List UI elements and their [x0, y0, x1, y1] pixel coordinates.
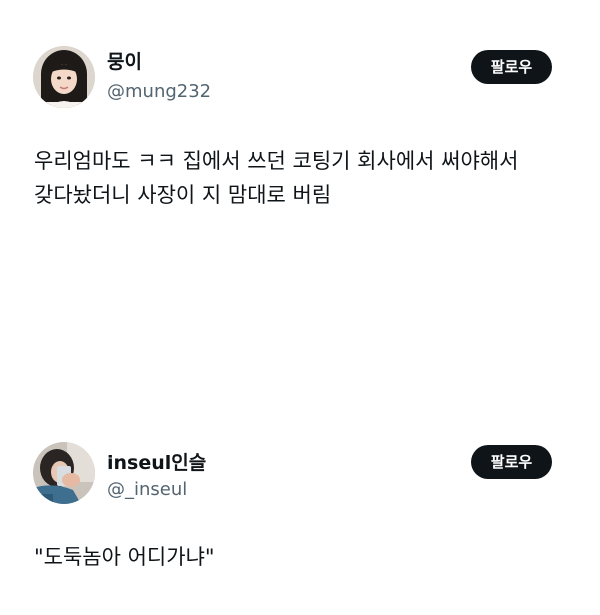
post-text: "도둑놈아 어디가냐" [34, 540, 574, 574]
follow-button[interactable]: 팔로우 [471, 445, 552, 479]
avatar-image [33, 442, 95, 504]
avatar-mung232[interactable] [33, 46, 95, 108]
user-handle[interactable]: @_inseul [107, 479, 187, 501]
post-text-line: 갖다놨더니 사장이 지 맘대로 버림 [34, 183, 332, 207]
post-text: 우리엄마도 ㅋㅋ 집에서 쓰던 코팅기 회사에서 써야해서 갖다놨더니 사장이 … [34, 144, 574, 212]
display-name[interactable]: 뭉이 [107, 50, 142, 74]
post-text-line: "도둑놈아 어디가냐" [34, 545, 215, 569]
post-2: inseul인슬 @_inseul 팔로우 "도둑놈아 어디가냐" [0, 430, 600, 615]
post-1: 뭉이 @mung232 팔로우 우리엄마도 ㅋㅋ 집에서 쓰던 코팅기 회사에서… [0, 0, 600, 300]
avatar-inseul[interactable] [33, 442, 95, 504]
user-handle[interactable]: @mung232 [107, 81, 211, 103]
post-text-line: 우리엄마도 ㅋㅋ 집에서 쓰던 코팅기 회사에서 써야해서 [34, 149, 519, 173]
follow-button[interactable]: 팔로우 [471, 50, 552, 84]
avatar-image [33, 46, 95, 108]
display-name[interactable]: inseul인슬 [107, 451, 206, 475]
